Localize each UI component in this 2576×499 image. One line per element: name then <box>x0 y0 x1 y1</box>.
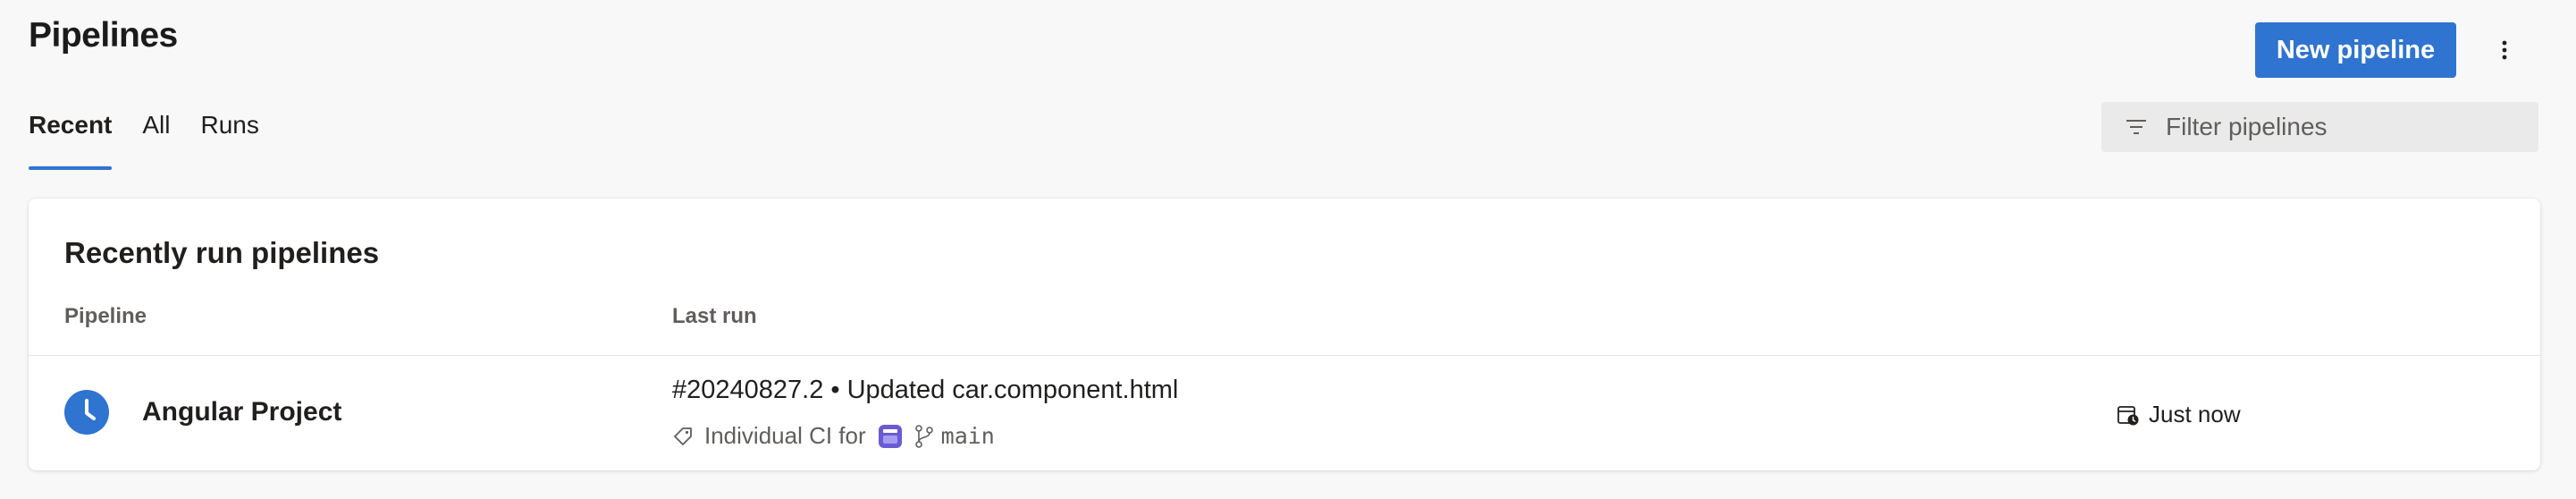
filter-placeholder: Filter pipelines <box>2166 113 2328 140</box>
more-options-button[interactable] <box>2485 32 2524 68</box>
recent-pipelines-card: Recently run pipelines Pipeline Last run… <box>29 199 2540 470</box>
trigger-text: Individual CI for <box>704 422 866 449</box>
branch-name[interactable]: main <box>941 423 995 449</box>
page-title: Pipelines <box>29 16 178 55</box>
clock-icon <box>64 390 109 435</box>
branch-icon <box>914 424 933 448</box>
filter-pipelines-input[interactable]: Filter pipelines <box>2101 102 2538 152</box>
new-pipeline-button[interactable]: New pipeline <box>2255 22 2456 78</box>
run-time: Just now <box>2117 401 2241 428</box>
pipeline-name[interactable]: Angular Project <box>142 397 341 427</box>
tab-runs[interactable]: Runs <box>201 111 259 170</box>
calendar-clock-icon <box>2117 405 2139 425</box>
tag-icon <box>674 427 692 445</box>
tab-recent[interactable]: Recent <box>29 111 113 170</box>
column-header-pipeline: Pipeline <box>64 304 147 328</box>
card-title: Recently run pipelines <box>64 236 380 269</box>
repo-icon <box>878 424 902 448</box>
pipelines-page: Pipelines New pipeline Recent All Runs F… <box>0 0 2576 499</box>
more-vertical-icon <box>2502 40 2507 60</box>
run-time-label: Just now <box>2149 401 2241 427</box>
column-header-last-run: Last run <box>672 304 757 328</box>
tab-all[interactable]: All <box>142 111 170 170</box>
run-meta: Individual CI for main <box>672 422 995 450</box>
run-title[interactable]: #20240827.2 • Updated car.component.html <box>672 376 1178 405</box>
filter-icon <box>2126 120 2146 134</box>
pipeline-tabs: Recent All Runs <box>29 111 290 170</box>
pipeline-row[interactable]: Angular Project #20240827.2 • Updated ca… <box>29 356 2540 470</box>
